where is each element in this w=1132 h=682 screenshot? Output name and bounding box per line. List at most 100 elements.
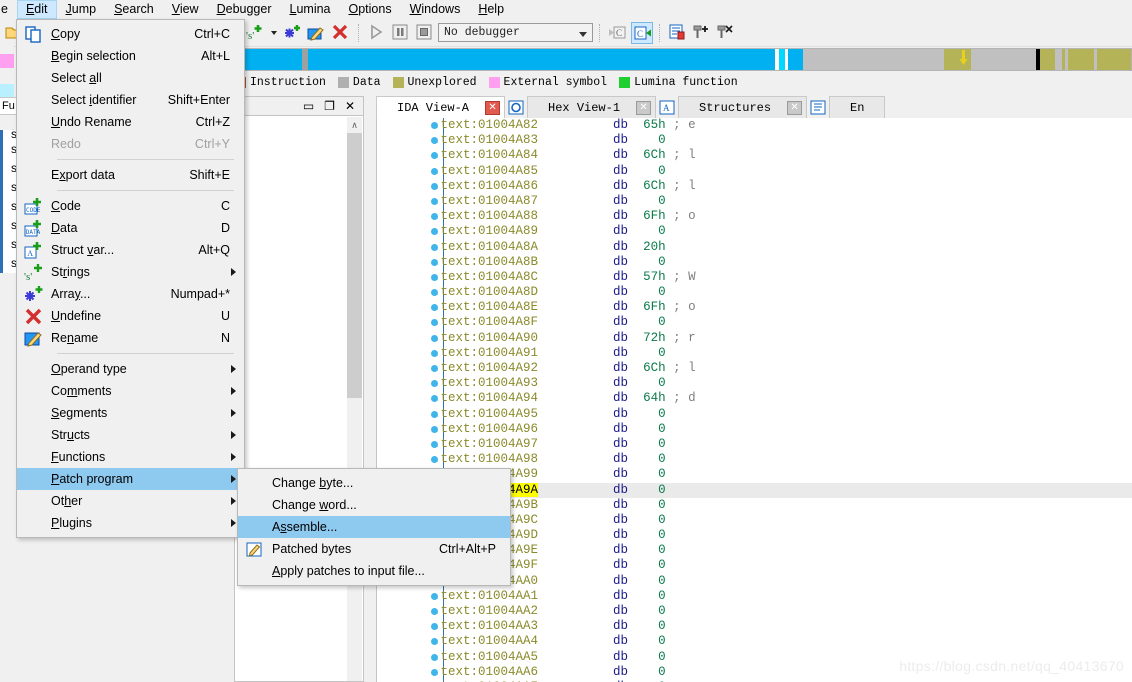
- menu-item-comments[interactable]: Comments: [17, 380, 244, 402]
- edit-menu-dropdown[interactable]: Copy Ctrl+C Begin selection Alt+L Select all…: [16, 19, 245, 538]
- disassembly-line[interactable]: .text:01004A8A db 20h: [377, 240, 1132, 255]
- menu-item-segments[interactable]: Segments: [17, 402, 244, 424]
- disassembly-line[interactable]: .text:01004A8C db 57h ; W: [377, 270, 1132, 285]
- hex-view-icon[interactable]: [505, 96, 527, 118]
- submenu-item-assemble[interactable]: Assemble...: [238, 516, 510, 538]
- scroll-up-icon[interactable]: ∧: [347, 117, 362, 133]
- menu-item-begin-selection[interactable]: Begin selection Alt+L: [17, 45, 244, 67]
- disassembly-line[interactable]: .text:01004A97 db 0: [377, 437, 1132, 452]
- chevron-down-icon[interactable]: [268, 22, 280, 44]
- menu-item-structs[interactable]: Structs: [17, 424, 244, 446]
- submenu-item-apply-patches-to-input-file[interactable]: Apply patches to input file...: [238, 560, 510, 582]
- navband-segment[interactable]: [1040, 49, 1056, 70]
- close-icon[interactable]: ✕: [787, 100, 803, 115]
- disassembly-line[interactable]: .text:01004A89 db 0: [377, 224, 1132, 239]
- undefine-icon[interactable]: [330, 22, 352, 44]
- menu-item-undefine[interactable]: Undefine U: [17, 305, 244, 327]
- menubar-item-search[interactable]: Search: [105, 0, 163, 19]
- submenu-item-patched-bytes[interactable]: Patched bytes Ctrl+Alt+P: [238, 538, 510, 560]
- ida-view-a-disassembly[interactable]: .text:01004A82 db 65h ; e .text:01004A83 …: [376, 118, 1132, 682]
- menubar-item-file[interactable]: e: [0, 0, 17, 19]
- disassembly-line[interactable]: .text:01004A84 db 6Ch ; l: [377, 148, 1132, 163]
- step-forward-icon[interactable]: C: [631, 21, 653, 44]
- menubar-item-debugger[interactable]: Debugger: [208, 0, 281, 19]
- navband-segment[interactable]: [1068, 49, 1095, 70]
- navband-segment[interactable]: [1055, 49, 1063, 70]
- pause-icon[interactable]: [390, 22, 412, 44]
- structures-icon[interactable]: A: [656, 96, 678, 118]
- menubar-item-lumina[interactable]: Lumina: [281, 0, 340, 19]
- rename-icon[interactable]: [306, 22, 328, 44]
- make-string-icon[interactable]: 's': [244, 22, 266, 44]
- menu-item-redo[interactable]: Redo Ctrl+Y: [17, 133, 244, 155]
- scrollbar-thumb[interactable]: [347, 133, 362, 398]
- menu-item-functions[interactable]: Functions: [17, 446, 244, 468]
- disassembly-line[interactable]: .text:01004A8B db 0: [377, 255, 1132, 270]
- close-icon[interactable]: ✕: [485, 100, 501, 115]
- tab-structures[interactable]: Structures ✕: [678, 96, 808, 118]
- submenu-item-change-byte[interactable]: Change byte...: [238, 472, 510, 494]
- menu-item-export-data[interactable]: Export data Shift+E: [17, 164, 244, 186]
- menu-item-data[interactable]: DATA Data D: [17, 217, 244, 239]
- menubar-item-windows[interactable]: Windows: [401, 0, 470, 19]
- disassembly-line[interactable]: .text:01004A8E db 6Fh ; o: [377, 300, 1132, 315]
- disassembly-line[interactable]: .text:01004A88 db 6Fh ; o: [377, 209, 1132, 224]
- disassembly-line[interactable]: .text:01004A86 db 6Ch ; l: [377, 179, 1132, 194]
- menubar-item-view[interactable]: View: [163, 0, 208, 19]
- navband-segment[interactable]: [802, 49, 945, 70]
- tab-ida-view-a[interactable]: IDA View-A ✕: [376, 96, 506, 118]
- disassembly-line[interactable]: .text:01004A94 db 64h ; d: [377, 391, 1132, 406]
- navband-segment[interactable]: [242, 49, 302, 70]
- menu-item-operand-type[interactable]: Operand type: [17, 358, 244, 380]
- disassembly-line[interactable]: .text:01004A98 db 0: [377, 452, 1132, 467]
- navband-segment[interactable]: [1097, 49, 1132, 70]
- disassembly-line[interactable]: .text:01004AA3 db 0: [377, 619, 1132, 634]
- menubar-item-options[interactable]: Options: [340, 0, 401, 19]
- patch-program-submenu[interactable]: Change byte... Change word... Assemble... P…: [237, 468, 511, 586]
- disassembly-line[interactable]: .text:01004A91 db 0: [377, 346, 1132, 361]
- close-icon[interactable]: ✕: [345, 99, 355, 113]
- disassembly-line[interactable]: .text:01004A82 db 65h ; e: [377, 118, 1132, 133]
- menu-item-rename[interactable]: Rename N: [17, 327, 244, 349]
- disassembly-line[interactable]: .text:01004A83 db 0: [377, 133, 1132, 148]
- maximize-icon[interactable]: ❐: [324, 99, 335, 113]
- list-icon[interactable]: [667, 22, 689, 44]
- menu-item-struct-var[interactable]: A Struct var... Alt+Q: [17, 239, 244, 261]
- menu-item-copy[interactable]: Copy Ctrl+C: [17, 23, 244, 45]
- close-icon[interactable]: ✕: [636, 100, 652, 115]
- menu-item-patch-program[interactable]: Patch program: [17, 468, 244, 490]
- disassembly-line[interactable]: .text:01004A93 db 0: [377, 376, 1132, 391]
- disassembly-line[interactable]: .text:01004A95 db 0: [377, 407, 1132, 422]
- tab-en[interactable]: En: [829, 96, 886, 118]
- subwindow-scrollbar[interactable]: ∧: [347, 117, 362, 681]
- disassembly-line[interactable]: .text:01004A8D db 0: [377, 285, 1132, 300]
- disassembly-line[interactable]: .text:01004AA2 db 0: [377, 604, 1132, 619]
- menu-item-strings[interactable]: 's' Strings: [17, 261, 244, 283]
- enums-icon[interactable]: [807, 96, 829, 118]
- restore-icon[interactable]: ▭: [303, 99, 314, 113]
- menu-item-array[interactable]: Array... Numpad+*: [17, 283, 244, 305]
- breakpoint-delete-icon[interactable]: [715, 22, 737, 44]
- disassembly-line[interactable]: .text:01004A96 db 0: [377, 422, 1132, 437]
- disassembly-line[interactable]: .text:01004A85 db 0: [377, 164, 1132, 179]
- navigation-band[interactable]: [241, 48, 1132, 71]
- menubar-item-jump[interactable]: Jump: [57, 0, 106, 19]
- navband-segment[interactable]: [307, 49, 775, 70]
- make-array-icon[interactable]: [282, 22, 304, 44]
- step-back-icon[interactable]: C: [607, 22, 629, 44]
- navband-segment[interactable]: [787, 49, 803, 70]
- menubar-item-edit[interactable]: Edit: [16, 0, 57, 19]
- disassembly-line[interactable]: .text:01004A87 db 0: [377, 194, 1132, 209]
- stop-icon[interactable]: [414, 22, 436, 44]
- menubar-item-help[interactable]: Help: [469, 0, 513, 19]
- menu-item-select-identifier[interactable]: Select identifier Shift+Enter: [17, 89, 244, 111]
- submenu-item-change-word[interactable]: Change word...: [238, 494, 510, 516]
- disassembly-line[interactable]: .text:01004AA4 db 0: [377, 634, 1132, 649]
- menu-item-code[interactable]: CODE Code C: [17, 195, 244, 217]
- debugger-select[interactable]: No debugger: [438, 23, 593, 42]
- tab-hex-view-1[interactable]: Hex View-1 ✕: [527, 96, 657, 118]
- run-icon[interactable]: [366, 22, 388, 44]
- disassembly-line[interactable]: .text:01004A92 db 6Ch ; l: [377, 361, 1132, 376]
- disassembly-line[interactable]: .text:01004A8F db 0: [377, 315, 1132, 330]
- menu-item-undo-rename[interactable]: Undo Rename Ctrl+Z: [17, 111, 244, 133]
